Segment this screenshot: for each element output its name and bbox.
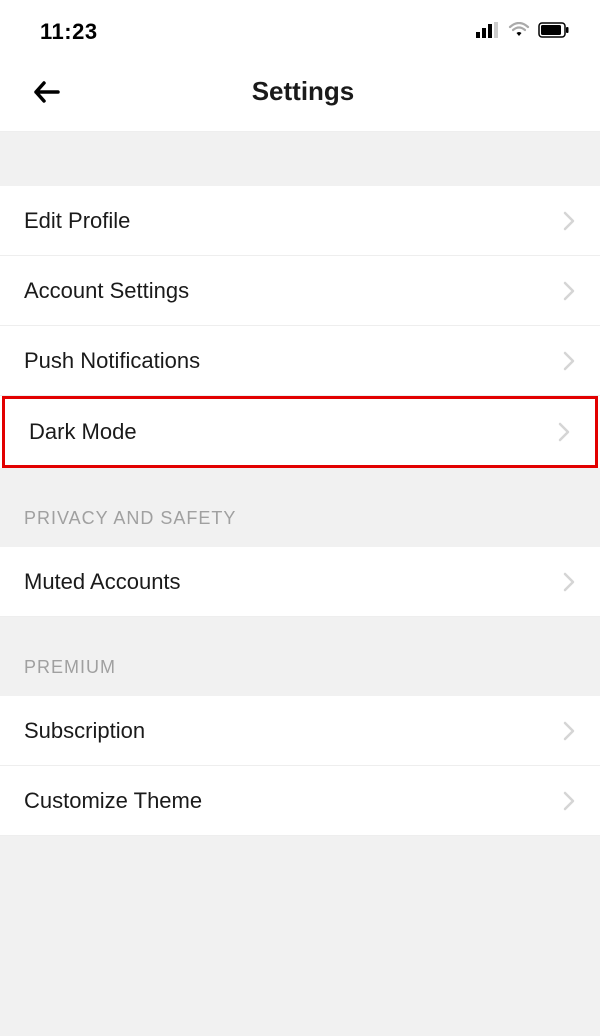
list-item-label: Customize Theme xyxy=(24,788,202,814)
settings-item-push-notifications[interactable]: Push Notifications xyxy=(0,326,600,396)
arrow-left-icon xyxy=(30,75,64,109)
settings-item-subscription[interactable]: Subscription xyxy=(0,696,600,766)
battery-icon xyxy=(538,22,570,43)
section-gap xyxy=(0,132,600,186)
section-header-premium: PREMIUM xyxy=(0,617,600,696)
settings-item-customize-theme[interactable]: Customize Theme xyxy=(0,766,600,836)
cellular-signal-icon xyxy=(476,22,500,43)
status-icons xyxy=(476,22,570,43)
page-title: Settings xyxy=(30,76,576,107)
list-item-label: Edit Profile xyxy=(24,208,130,234)
section-gap xyxy=(0,836,600,1036)
back-button[interactable] xyxy=(30,75,64,109)
settings-item-dark-mode[interactable]: Dark Mode xyxy=(2,396,598,468)
settings-item-muted-accounts[interactable]: Muted Accounts xyxy=(0,547,600,617)
chevron-right-icon xyxy=(562,571,576,593)
chevron-right-icon xyxy=(562,210,576,232)
list-item-label: Push Notifications xyxy=(24,348,200,374)
settings-item-edit-profile[interactable]: Edit Profile xyxy=(0,186,600,256)
list-item-label: Account Settings xyxy=(24,278,189,304)
list-item-label: Muted Accounts xyxy=(24,569,181,595)
chevron-right-icon xyxy=(562,280,576,302)
status-time: 11:23 xyxy=(40,19,98,45)
section-header-privacy: PRIVACY AND SAFETY xyxy=(0,468,600,547)
chevron-right-icon xyxy=(557,421,571,443)
list-item-label: Subscription xyxy=(24,718,145,744)
chevron-right-icon xyxy=(562,790,576,812)
list-item-label: Dark Mode xyxy=(29,419,137,445)
chevron-right-icon xyxy=(562,720,576,742)
chevron-right-icon xyxy=(562,350,576,372)
page-header: Settings xyxy=(0,56,600,132)
status-bar: 11:23 xyxy=(0,0,600,56)
settings-item-account-settings[interactable]: Account Settings xyxy=(0,256,600,326)
wifi-icon xyxy=(508,22,530,43)
